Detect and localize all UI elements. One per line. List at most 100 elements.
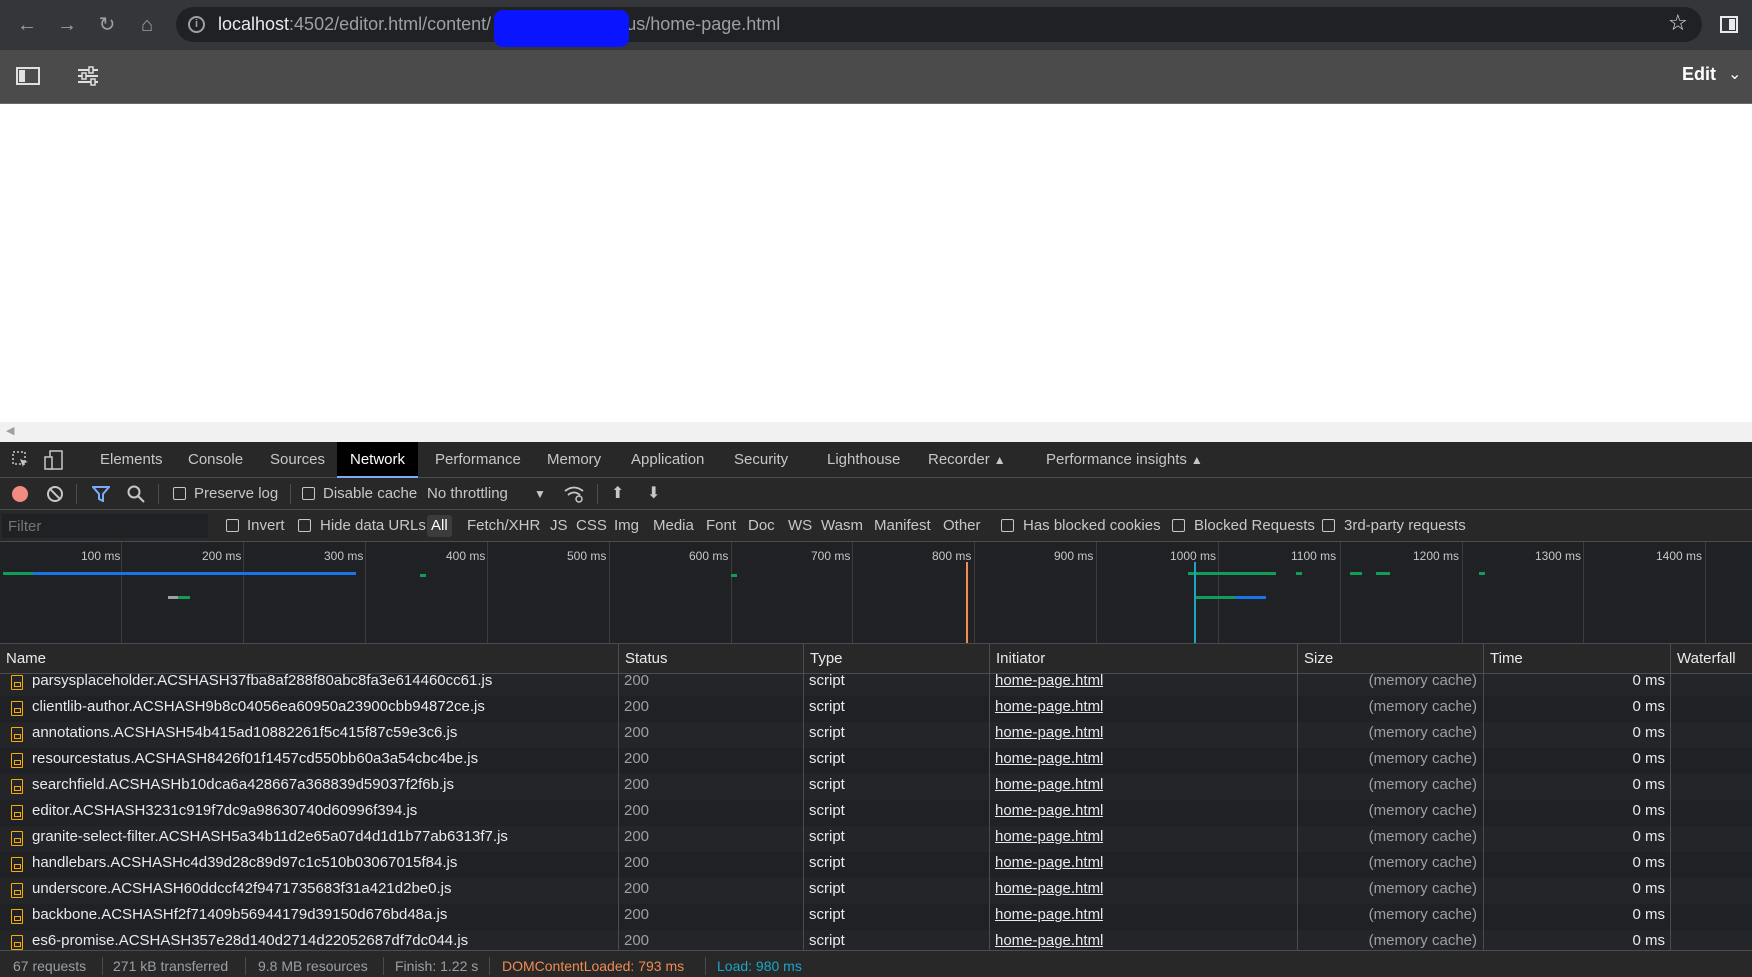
table-row[interactable]: es6-promise.ACSHASH357e28d140d2714d22052… (0, 930, 1752, 950)
device-toolbar-icon[interactable] (44, 450, 64, 475)
throttling-select[interactable]: No throttling (427, 485, 508, 502)
column-header-time[interactable]: Time (1483, 644, 1670, 674)
request-size: (memory cache) (1368, 932, 1477, 949)
preserve-log-checkbox[interactable] (173, 487, 186, 500)
type-filter-all[interactable]: All (427, 515, 452, 537)
summary-divider (102, 957, 103, 975)
chevron-down-icon[interactable]: ⌄ (1728, 64, 1741, 84)
inspect-element-icon[interactable] (12, 451, 30, 474)
type-filter-other[interactable]: Other (939, 515, 985, 537)
experiment-flask-icon: ▲ (1190, 453, 1203, 467)
tab-application[interactable]: Application (618, 442, 717, 478)
tab-sources[interactable]: Sources (257, 442, 338, 478)
request-initiator-link[interactable]: home-page.html (995, 724, 1103, 741)
site-info-icon[interactable]: i (188, 16, 205, 33)
request-initiator-link[interactable]: home-page.html (995, 932, 1103, 949)
request-initiator-link[interactable]: home-page.html (995, 776, 1103, 793)
bookmark-star-icon[interactable]: ☆ (1668, 10, 1688, 36)
scroll-left-icon[interactable]: ◀ (6, 424, 14, 437)
script-file-icon (11, 857, 23, 872)
column-header-status[interactable]: Status (618, 644, 803, 674)
tab-security[interactable]: Security (721, 442, 801, 478)
column-divider[interactable] (803, 644, 804, 950)
type-filter-font[interactable]: Font (702, 515, 740, 537)
chevron-down-icon[interactable]: ▼ (534, 487, 546, 501)
forward-arrow-icon[interactable]: → (54, 12, 80, 38)
table-row[interactable]: underscore.ACSHASH60ddccf42f9471735683f3… (0, 878, 1752, 904)
page-properties-icon[interactable] (76, 66, 100, 86)
table-row[interactable]: clientlib-author.ACSHASH9b8c04056ea60950… (0, 696, 1752, 722)
table-row[interactable]: resourcestatus.ACSHASH8426f01f1457cd550b… (0, 748, 1752, 774)
type-filter-img[interactable]: Img (610, 515, 643, 537)
table-row[interactable]: backbone.ACSHASHf2f71409b56944179d39150d… (0, 904, 1752, 930)
request-initiator-link[interactable]: home-page.html (995, 674, 1103, 689)
import-har-icon[interactable]: ⬆ (611, 483, 624, 503)
network-overview-timeline[interactable]: 100 ms 200 ms 300 ms 400 ms 500 ms 600 m… (0, 542, 1752, 644)
tab-performance[interactable]: Performance (422, 442, 534, 478)
column-divider[interactable] (1670, 644, 1671, 950)
request-initiator-link[interactable]: home-page.html (995, 906, 1103, 923)
omnibox[interactable]: i localhost:4502/editor.html/content/us/… (176, 7, 1702, 42)
column-header-initiator[interactable]: Initiator (989, 644, 1297, 674)
side-panel-icon[interactable] (1720, 16, 1738, 33)
table-row[interactable]: annotations.ACSHASH54b415ad10882261f5c41… (0, 722, 1752, 748)
table-row[interactable]: parsysplaceholder.ACSHASH37fba8af288f80a… (0, 674, 1752, 696)
type-filter-css[interactable]: CSS (572, 515, 611, 537)
request-time: 0 ms (1632, 828, 1665, 845)
table-row[interactable]: granite-select-filter.ACSHASH5a34b11d2e6… (0, 826, 1752, 852)
column-header-waterfall[interactable]: Waterfall (1670, 644, 1752, 674)
tab-performance-insights[interactable]: Performance insights ▲ (1033, 442, 1216, 478)
home-icon[interactable]: ⌂ (134, 12, 160, 38)
edit-mode-button[interactable]: Edit (1682, 64, 1716, 85)
clear-log-icon[interactable] (47, 486, 63, 502)
invert-checkbox[interactable] (226, 519, 239, 532)
type-filter-manifest[interactable]: Manifest (870, 515, 935, 537)
record-button-icon[interactable] (12, 486, 28, 502)
tab-network[interactable]: Network (337, 442, 419, 478)
blocked-requests-checkbox[interactable] (1172, 519, 1185, 532)
table-row[interactable]: editor.ACSHASH3231c919f7dc9a98630740d609… (0, 800, 1752, 826)
column-divider[interactable] (618, 644, 619, 950)
horizontal-scrollbar[interactable]: ◀ (0, 422, 1752, 442)
request-initiator-link[interactable]: home-page.html (995, 854, 1103, 871)
table-row[interactable]: searchfield.ACSHASHb10dca6a428667a368839… (0, 774, 1752, 800)
reload-icon[interactable]: ↻ (94, 12, 120, 38)
type-filter-js[interactable]: JS (546, 515, 572, 537)
request-initiator-link[interactable]: home-page.html (995, 880, 1103, 897)
side-panel-toggle-icon[interactable] (16, 66, 40, 86)
table-row[interactable]: handlebars.ACSHASHc4d39d28c89d97c1c510b0… (0, 852, 1752, 878)
summary-finish: Finish: 1.22 s (395, 958, 479, 974)
column-header-size[interactable]: Size (1297, 644, 1483, 674)
column-divider[interactable] (1483, 644, 1484, 950)
tab-lighthouse[interactable]: Lighthouse (814, 442, 913, 478)
tab-console[interactable]: Console (175, 442, 256, 478)
column-divider[interactable] (989, 644, 990, 950)
type-filter-doc[interactable]: Doc (744, 515, 779, 537)
filter-input[interactable] (2, 514, 208, 538)
disable-cache-checkbox[interactable] (302, 487, 315, 500)
experiment-flask-icon: ▲ (993, 453, 1006, 467)
tab-elements[interactable]: Elements (87, 442, 176, 478)
type-filter-media[interactable]: Media (649, 515, 698, 537)
type-filter-fetch-xhr[interactable]: Fetch/XHR (463, 515, 544, 537)
type-filter-ws[interactable]: WS (784, 515, 816, 537)
tab-memory[interactable]: Memory (534, 442, 614, 478)
type-filter-wasm[interactable]: Wasm (817, 515, 867, 537)
request-initiator-link[interactable]: home-page.html (995, 802, 1103, 819)
tab-recorder[interactable]: Recorder ▲ (915, 442, 1019, 478)
filter-funnel-icon[interactable] (90, 486, 112, 507)
back-arrow-icon[interactable]: ← (14, 12, 40, 38)
has-blocked-cookies-checkbox[interactable] (1001, 519, 1014, 532)
column-divider[interactable] (1297, 644, 1298, 950)
request-initiator-link[interactable]: home-page.html (995, 698, 1103, 715)
column-header-type[interactable]: Type (803, 644, 989, 674)
export-har-icon[interactable]: ⬇ (647, 483, 660, 503)
hide-data-urls-checkbox[interactable] (298, 519, 311, 532)
request-initiator-link[interactable]: home-page.html (995, 828, 1103, 845)
network-conditions-icon[interactable] (563, 485, 585, 508)
request-initiator-link[interactable]: home-page.html (995, 750, 1103, 767)
page-canvas (0, 104, 1752, 422)
column-header-name[interactable]: Name (0, 644, 618, 674)
third-party-requests-checkbox[interactable] (1322, 519, 1335, 532)
search-icon[interactable] (127, 485, 145, 508)
